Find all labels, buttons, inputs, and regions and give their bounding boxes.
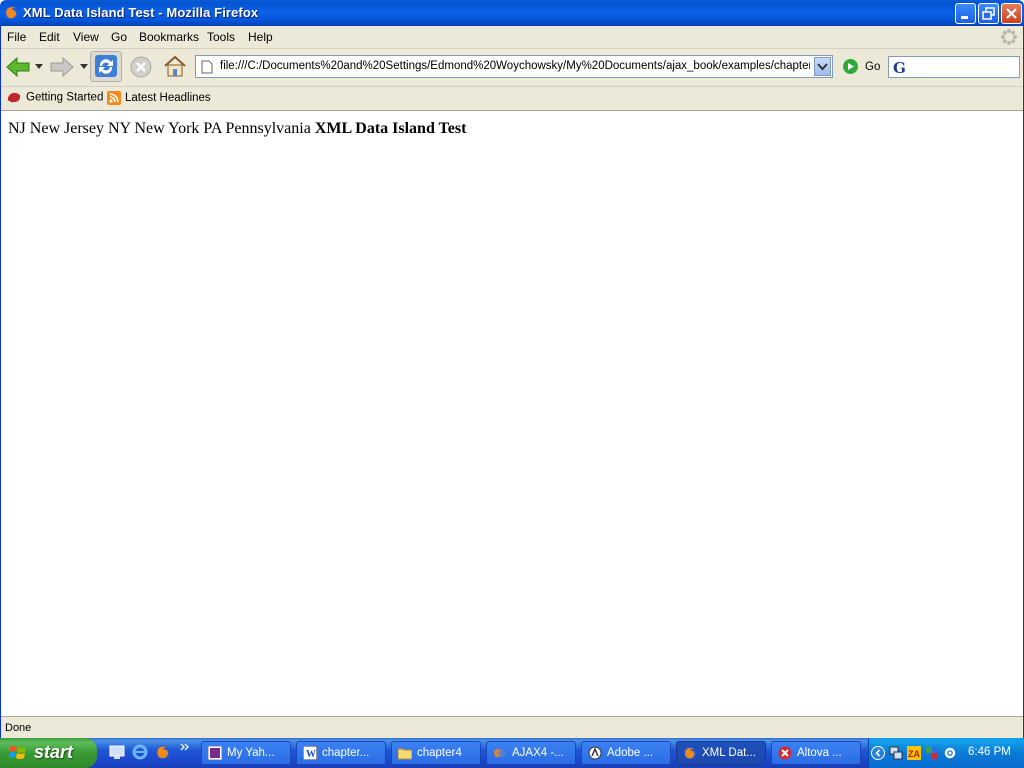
reload-icon [95,55,117,77]
task-altova[interactable]: Altova ... [771,741,861,765]
back-arrow-icon[interactable] [5,55,31,79]
bookmarks-toolbar: Getting Started Latest Headlines [1,87,1023,111]
page-heading: XML Data Island Test [314,120,467,137]
rss-feed-icon [107,91,121,105]
close-button[interactable] [1001,3,1022,24]
task-chapter-word[interactable]: W chapter... [296,741,386,765]
task-xml-data-island[interactable]: XML Dat... [676,741,766,765]
home-icon[interactable] [162,53,188,79]
restore-button[interactable] [978,3,999,24]
task-label: AJAX4 -... [512,747,564,759]
menu-bar: File Edit View Go Bookmarks Tools Help [1,26,1023,49]
adobe-icon [588,746,602,760]
state-list-text: NJ New Jersey NY New York PA Pennsylvani… [8,120,311,137]
puzzle-icon[interactable] [925,746,939,760]
bookmark-label: Getting Started [26,91,104,104]
menu-go[interactable]: Go [111,30,127,44]
page-icon [201,60,213,74]
bookmark-getting-started[interactable]: Getting Started [7,91,103,104]
chevron-down-icon [817,63,828,71]
go-label[interactable]: Go [865,61,880,73]
task-my-yahoo[interactable]: My Yah... [201,741,291,765]
bookmark-latest-headlines[interactable]: Latest Headlines [107,91,211,105]
stop-icon[interactable] [129,55,153,79]
altova-icon [778,746,792,760]
menu-file[interactable]: File [7,30,26,44]
menu-help[interactable]: Help [248,30,273,44]
forward-arrow-icon[interactable] [49,55,75,79]
search-input[interactable]: G [888,56,1020,78]
quicklaunch-more-icon[interactable] [180,742,190,752]
bookmark-red-icon [7,92,21,103]
task-label: Adobe ... [607,747,654,759]
menu-bookmarks[interactable]: Bookmarks [139,30,199,44]
task-label: My Yah... [227,747,275,759]
go-button[interactable] [843,59,858,74]
google-search-icon[interactable]: G [893,59,906,77]
url-text: file:///C:/Documents%20and%20Settings/Ed… [220,60,810,72]
menu-tools[interactable]: Tools [207,30,235,44]
close-icon [1006,8,1017,19]
zonealarm-icon[interactable]: ZA [907,746,921,760]
window-title: XML Data Island Test - Mozilla Firefox [23,5,259,20]
clock: 6:46 PM [968,746,1011,758]
reload-button[interactable] [90,51,122,82]
task-label: XML Dat... [702,747,756,759]
system-tray: ZA 6:46 PM [868,738,1024,768]
firefox-icon [4,5,19,20]
task-ajax4[interactable]: AJAX4 -... [486,741,576,765]
firefox-icon [683,746,697,760]
quicklaunch-ie-icon[interactable] [132,744,148,760]
network-icon[interactable] [889,746,903,760]
windows-logo-icon [9,746,26,759]
task-adobe[interactable]: Adobe ... [581,741,671,765]
menu-edit[interactable]: Edit [39,30,60,44]
task-label: chapter... [322,747,370,759]
minimize-icon [961,16,968,19]
url-dropdown-button[interactable] [814,57,831,76]
folder-icon [398,748,412,760]
menu-view[interactable]: View [73,30,99,44]
bookmark-label: Latest Headlines [125,92,211,105]
settings-gear-icon[interactable] [943,746,957,760]
quicklaunch-firefox-icon[interactable] [155,744,171,760]
throbber-icon [1001,29,1017,45]
url-field[interactable]: file:///C:/Documents%20and%20Settings/Ed… [195,55,833,78]
task-label: Altova ... [797,747,842,759]
back-dropdown-icon[interactable] [35,64,43,70]
title-bar[interactable]: XML Data Island Test - Mozilla Firefox [0,0,1024,26]
status-text: Done [5,722,32,734]
minimize-button[interactable] [955,3,976,24]
svg-text:W: W [306,749,316,760]
status-bar: Done [1,716,1023,739]
start-button[interactable]: start [0,738,97,768]
yahoo-window-icon [208,746,222,760]
svg-text:ZA: ZA [908,749,920,759]
restore-icon [982,7,995,20]
forward-dropdown-icon[interactable] [80,64,88,70]
page-content: NJ New Jersey NY New York PA Pennsylvani… [1,111,1023,715]
ajax-app-icon [494,749,506,757]
go-arrow-icon [848,63,854,70]
tray-expand-icon[interactable] [871,746,885,760]
task-chapter4-folder[interactable]: chapter4 [391,741,481,765]
quicklaunch-desktop-icon[interactable] [109,744,125,760]
task-label: chapter4 [417,747,462,759]
word-document-icon: W [303,746,317,760]
content-line: NJ New Jersey NY New York PA Pennsylvani… [8,120,466,138]
start-label: start [34,742,74,762]
